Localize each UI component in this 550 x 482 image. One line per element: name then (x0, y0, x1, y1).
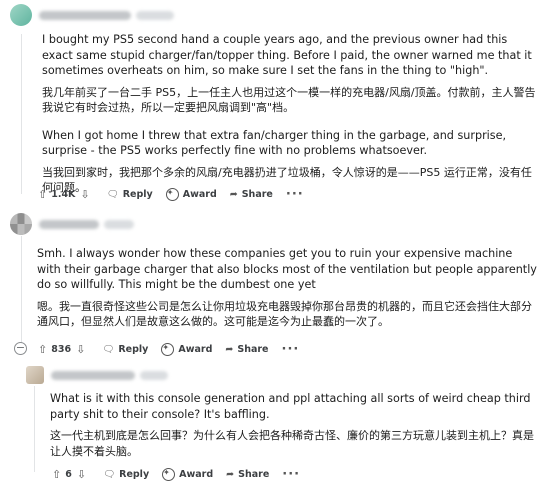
comment-thread: I bought my PS5 second hand a couple yea… (0, 0, 550, 482)
vote-count: 1.4K (51, 189, 76, 200)
timestamp-blurred (140, 370, 168, 380)
ellipsis-icon[interactable]: ··· (286, 187, 304, 202)
timestamp-blurred (136, 10, 174, 20)
reply-label: Reply (118, 344, 149, 355)
thread-line[interactable] (34, 386, 35, 472)
comment-paragraph: I bought my PS5 second hand a couple yea… (42, 33, 532, 77)
down-arrow-icon[interactable]: ⇩ (76, 343, 85, 356)
award-label: Award (179, 469, 214, 480)
award-button[interactable]: ✦ Award (165, 188, 217, 201)
share-label: Share (237, 344, 269, 355)
share-label: Share (241, 189, 273, 200)
comment-header (10, 213, 134, 235)
reply-label: Reply (119, 469, 150, 480)
comment-actions: ⇧ 836 ⇩ 🗨 Reply ✦ Award ➦ Share ··· (38, 342, 299, 357)
ellipsis-icon[interactable]: ··· (282, 467, 300, 482)
comment-actions: ⇧ 6 ⇩ 🗨 Reply ✦ Award ➦ Share ··· (52, 467, 300, 482)
avatar[interactable] (10, 4, 32, 26)
share-button[interactable]: ➦ Share (226, 469, 269, 480)
comment-actions: ⇧ 1.4K ⇩ 🗨 Reply ✦ Award ➦ Share ··· (38, 187, 304, 202)
ellipsis-icon[interactable]: ··· (282, 342, 300, 357)
reply-button[interactable]: 🗨 Reply (107, 189, 153, 200)
share-button[interactable]: ➦ Share (225, 344, 268, 355)
speech-bubble-icon: 🗨 (102, 344, 115, 355)
share-arrow-icon: ➦ (225, 344, 234, 355)
up-arrow-icon[interactable]: ⇧ (38, 343, 47, 356)
comment-paragraph: When I got home I threw that extra fan/c… (42, 128, 507, 158)
comment-body: I bought my PS5 second hand a couple yea… (42, 32, 538, 202)
award-ribbon-icon: ✦ (161, 343, 175, 356)
comment-body: What is it with this console generation … (50, 391, 538, 465)
award-ribbon-icon: ✦ (165, 188, 179, 201)
reply-label: Reply (122, 189, 153, 200)
collapse-minus-icon[interactable]: − (14, 342, 27, 355)
award-button[interactable]: ✦ Award (162, 468, 213, 481)
comment-paragraph: What is it with this console generation … (50, 392, 531, 421)
comment-header (10, 4, 174, 26)
thread-line[interactable] (21, 236, 22, 348)
avatar[interactable] (26, 366, 44, 384)
share-arrow-icon: ➦ (229, 189, 238, 200)
thread-line[interactable] (21, 34, 22, 194)
comment-paragraph: 这一代主机到底是怎么回事？为什么有人会把各种稀奇古怪、廉价的第三方玩意儿装到主机… (50, 429, 534, 458)
reply-button[interactable]: 🗨 Reply (102, 344, 148, 355)
down-arrow-icon[interactable]: ⇩ (80, 188, 89, 201)
timestamp-blurred (104, 219, 134, 229)
comment-paragraph: Smh. I always wonder how these companies… (37, 247, 537, 291)
speech-bubble-icon: 🗨 (106, 189, 119, 200)
up-arrow-icon[interactable]: ⇧ (52, 468, 61, 481)
username-blurred[interactable] (39, 219, 99, 229)
share-arrow-icon: ➦ (226, 469, 235, 480)
award-label: Award (178, 344, 213, 355)
award-label: Award (182, 189, 217, 200)
vote-controls: ⇧ 6 ⇩ (52, 468, 90, 481)
avatar[interactable] (10, 213, 32, 235)
award-ribbon-icon: ✦ (162, 468, 176, 481)
up-arrow-icon[interactable]: ⇧ (38, 188, 47, 201)
vote-count: 6 (65, 469, 72, 480)
comment-header (26, 366, 168, 384)
award-button[interactable]: ✦ Award (161, 343, 212, 356)
comment-paragraph: 嗯。我一直很奇怪这些公司是怎么让你用垃圾充电器毁掉你那台昂贵的机器的，而且它还会… (37, 299, 532, 329)
vote-controls: ⇧ 836 ⇩ (38, 343, 89, 356)
vote-count: 836 (51, 344, 72, 355)
username-blurred[interactable] (51, 370, 135, 380)
share-label: Share (238, 469, 270, 480)
comment-paragraph: 我几年前买了一台二手 PS5，上一任主人也用过这个一模一样的充电器/风扇/顶盖。… (42, 85, 536, 115)
comment-body: Smh. I always wonder how these companies… (37, 246, 538, 336)
down-arrow-icon[interactable]: ⇩ (77, 468, 86, 481)
reply-button[interactable]: 🗨 Reply (103, 469, 149, 480)
vote-controls: ⇧ 1.4K ⇩ (38, 188, 94, 201)
share-button[interactable]: ➦ Share (230, 189, 273, 200)
speech-bubble-icon: 🗨 (103, 469, 116, 480)
username-blurred[interactable] (39, 10, 131, 20)
